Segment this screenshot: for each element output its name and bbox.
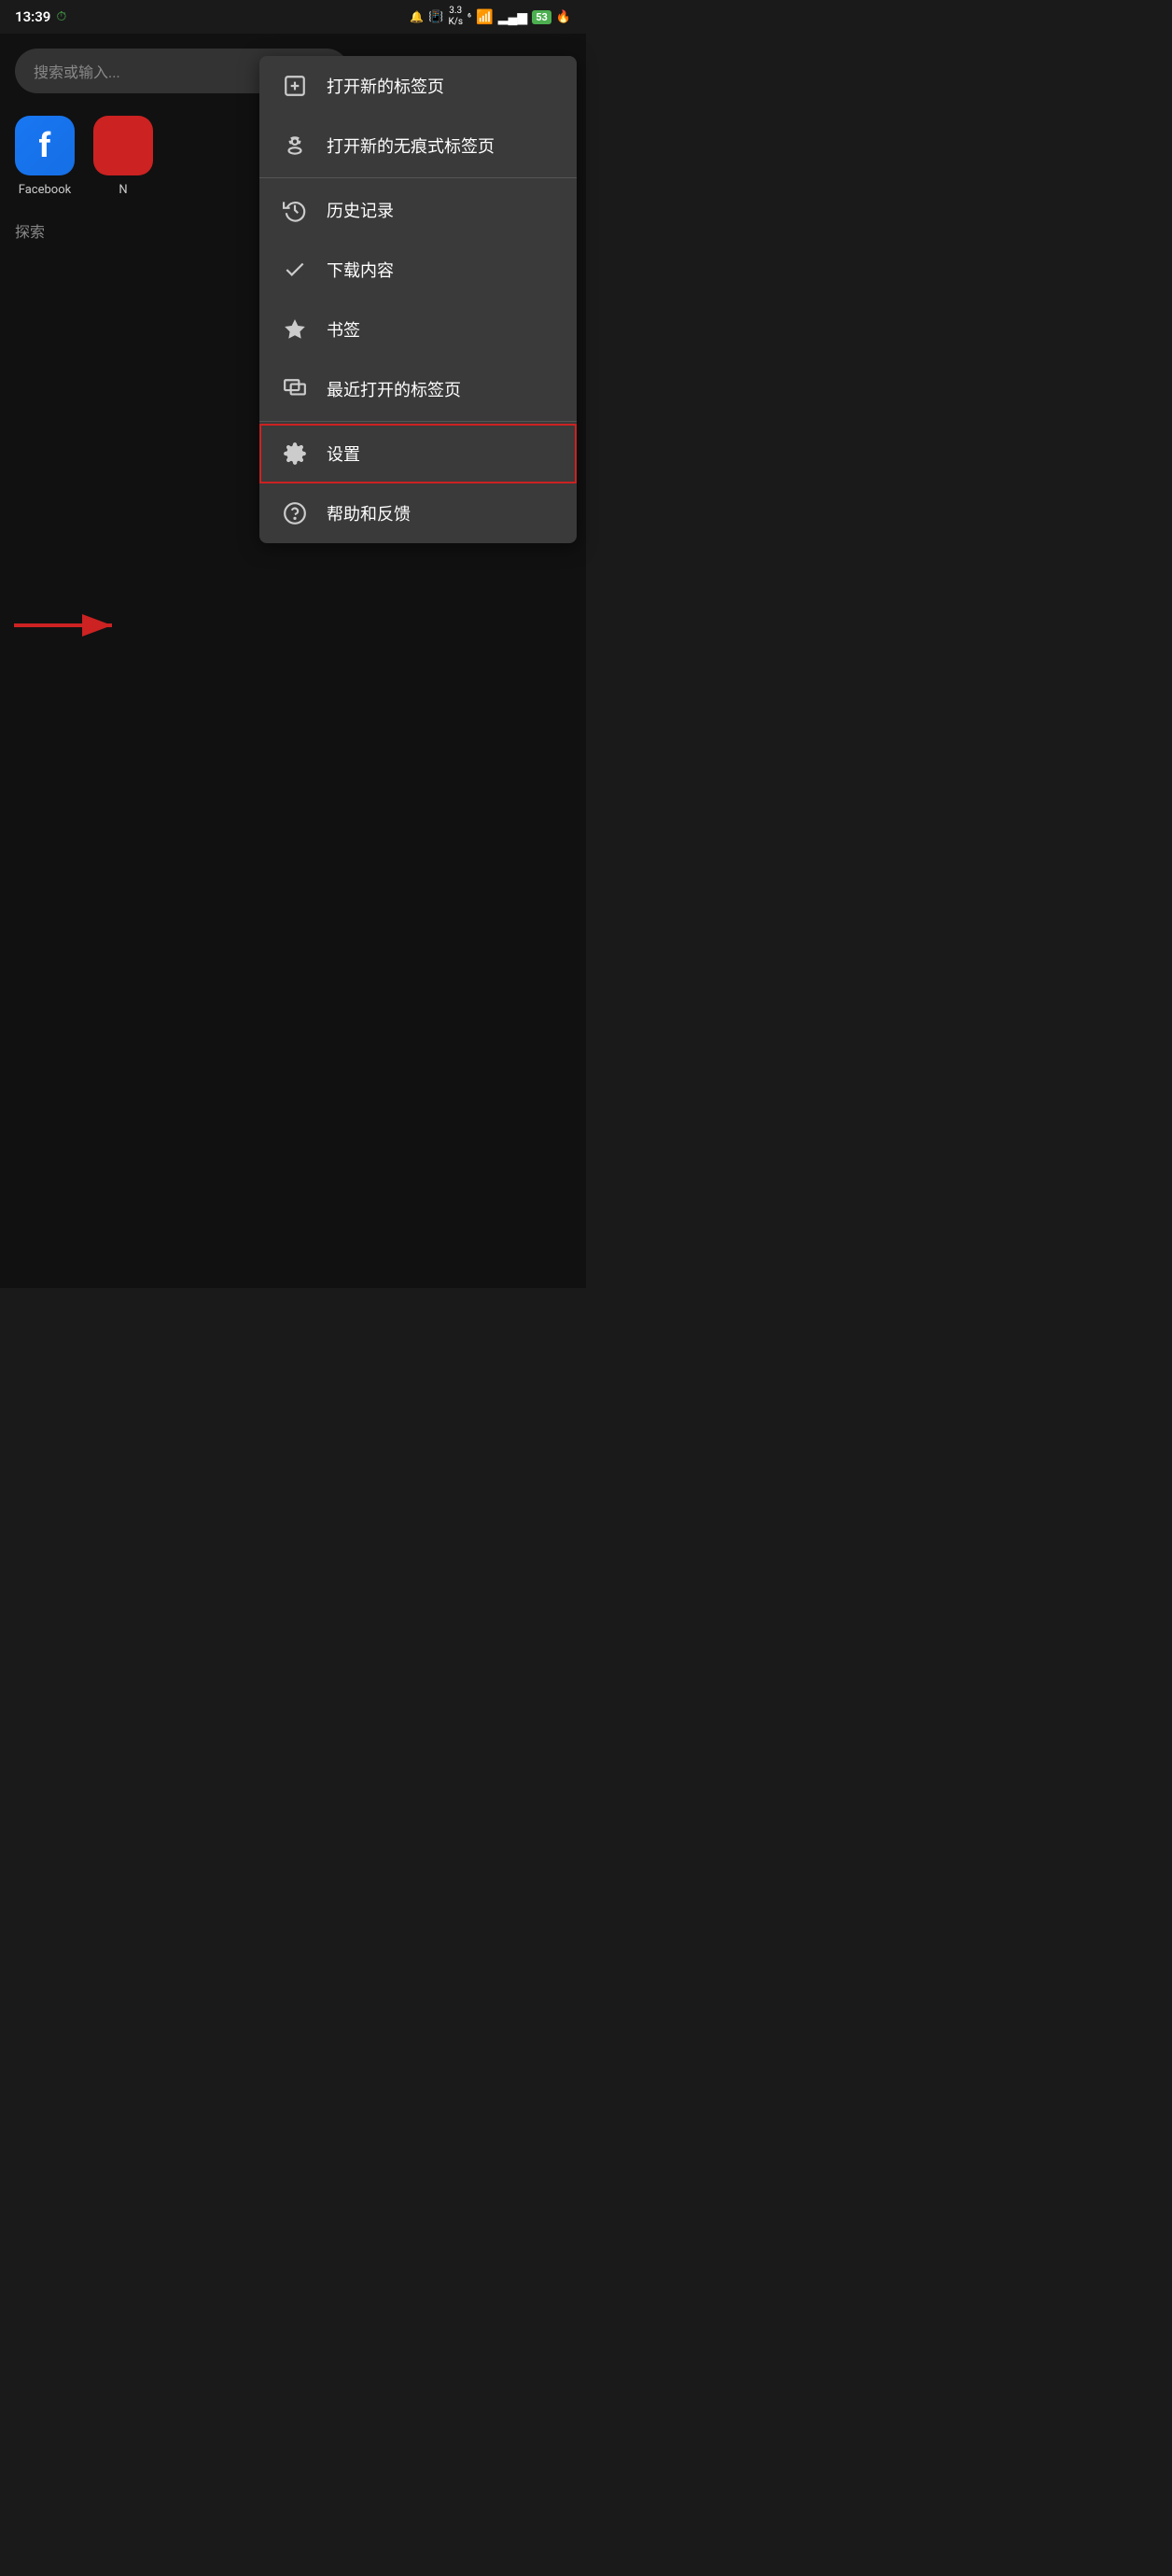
- bookmark-icon: [282, 316, 308, 343]
- network-gen: ⁶: [467, 11, 471, 23]
- history-label: 历史记录: [327, 198, 394, 222]
- settings-icon: [282, 441, 308, 467]
- menu-item-help[interactable]: 帮助和反馈: [259, 483, 577, 543]
- vibrate-icon: 📳: [428, 10, 443, 24]
- speed-indicator: 3.3K/s: [448, 6, 463, 28]
- menu-item-recent-tabs[interactable]: 最近打开的标签页: [259, 359, 577, 419]
- wifi-icon: 📶: [476, 8, 494, 25]
- status-icons: 🔔 📳 3.3K/s ⁶ 📶 ▂▄▆ 53 🔥: [410, 6, 571, 28]
- divider-2: [259, 421, 577, 422]
- timer-icon: ⏱: [56, 9, 66, 24]
- search-placeholder: 搜索或输入...: [34, 63, 120, 81]
- bookmarks-label: 书签: [327, 317, 360, 342]
- new-tab-icon: [282, 73, 308, 99]
- menu-item-settings[interactable]: 设置: [259, 424, 577, 483]
- recent-tabs-icon: [282, 376, 308, 402]
- status-time: 13:39: [15, 8, 50, 25]
- menu-item-new-tab[interactable]: 打开新的标签页: [259, 56, 577, 116]
- facebook-label: Facebook: [19, 183, 71, 197]
- download-icon: [282, 257, 308, 283]
- alarm-icon: 🔔: [410, 10, 424, 23]
- help-icon: [282, 500, 308, 526]
- dropdown-menu: 打开新的标签页 打开新的无痕式标签页 历史记录: [259, 56, 577, 543]
- menu-item-downloads[interactable]: 下载内容: [259, 240, 577, 300]
- settings-label: 设置: [327, 441, 360, 466]
- new-tab-label: 打开新的标签页: [327, 74, 444, 98]
- menu-item-bookmarks[interactable]: 书签: [259, 300, 577, 359]
- history-icon: [282, 197, 308, 223]
- red-arrow-icon: [9, 607, 121, 644]
- battery-icon: 🔥: [556, 10, 571, 24]
- recent-tabs-label: 最近打开的标签页: [327, 377, 461, 401]
- arrow-annotation: [9, 607, 121, 644]
- signal-icon: ▂▄▆: [498, 9, 527, 25]
- unknown-label: N: [119, 183, 127, 197]
- facebook-shortcut[interactable]: f Facebook: [15, 116, 75, 197]
- incognito-label: 打开新的无痕式标签页: [327, 133, 495, 158]
- menu-item-incognito[interactable]: 打开新的无痕式标签页: [259, 116, 577, 175]
- facebook-icon: f: [15, 116, 75, 175]
- divider-1: [259, 177, 577, 178]
- downloads-label: 下载内容: [327, 258, 394, 282]
- battery-indicator: 53: [532, 10, 551, 24]
- help-label: 帮助和反馈: [327, 501, 411, 525]
- incognito-icon: [282, 133, 308, 159]
- menu-item-history[interactable]: 历史记录: [259, 180, 577, 240]
- status-bar: 13:39 ⏱ 🔔 📳 3.3K/s ⁶ 📶 ▂▄▆ 53 🔥: [0, 0, 586, 34]
- unknown-shortcut: N: [93, 116, 153, 197]
